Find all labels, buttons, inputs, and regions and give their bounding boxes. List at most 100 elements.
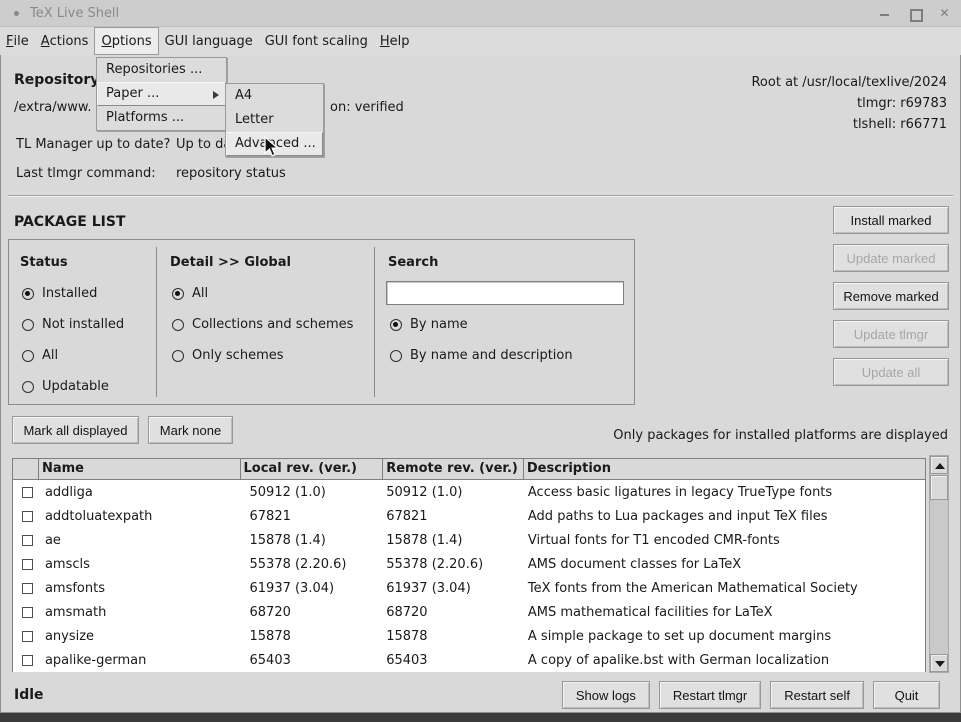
radio-all[interactable]: All: [22, 347, 58, 364]
cell-description: Virtual fonts for T1 encoded CMR-fonts: [524, 533, 925, 548]
package-checkbox[interactable]: [22, 487, 33, 498]
cell-local-rev: 50912 (1.0): [241, 485, 384, 500]
package-checkbox[interactable]: [22, 559, 33, 570]
radio-label: Installed: [42, 286, 97, 301]
package-checkbox[interactable]: [22, 535, 33, 546]
minimize-icon[interactable]: [878, 7, 891, 20]
titlebar: TeX Live Shell ✕: [0, 0, 961, 27]
cell-local-rev: 15878 (1.4): [241, 533, 384, 548]
last-command-value: repository status: [176, 166, 286, 181]
mark-all-displayed-button[interactable]: Mark all displayed: [12, 416, 139, 444]
radio-not-installed[interactable]: Not installed: [22, 316, 124, 333]
cell-local-rev: 67821: [241, 509, 384, 524]
table-row[interactable]: apalike-german6540365403A copy of apalik…: [13, 648, 925, 672]
package-checkbox[interactable]: [22, 655, 33, 666]
install-marked-button[interactable]: Install marked: [833, 206, 949, 234]
package-checkbox[interactable]: [22, 607, 33, 618]
table-row[interactable]: ae15878 (1.4)15878 (1.4)Virtual fonts fo…: [13, 528, 925, 552]
column-header-remote-rev-ver[interactable]: Remote rev. (ver.): [383, 459, 524, 479]
checkbox-cell: [13, 583, 39, 594]
update-marked-button[interactable]: Update marked: [833, 244, 949, 272]
detail-group-label: Detail >> Global: [170, 255, 291, 270]
mark-none-button[interactable]: Mark none: [148, 416, 233, 444]
table-row[interactable]: addtoluatexpath6782167821Add paths to Lu…: [13, 504, 925, 528]
cell-description: A copy of apalike.bst with German locali…: [524, 653, 925, 668]
show-logs-button[interactable]: Show logs: [562, 681, 650, 709]
checkbox-cell: [13, 559, 39, 570]
radio-installed[interactable]: Installed: [22, 285, 97, 302]
radio-indicator: [22, 288, 34, 300]
package-checkbox[interactable]: [22, 583, 33, 594]
cell-remote-rev: 15878 (1.4): [383, 533, 524, 548]
package-checkbox[interactable]: [22, 631, 33, 642]
checkbox-cell: [13, 607, 39, 618]
package-list-heading: PACKAGE LIST: [14, 214, 125, 230]
menu-help[interactable]: Help: [374, 27, 416, 55]
search-input[interactable]: [386, 281, 624, 305]
radio-collections-and-schemes[interactable]: Collections and schemes: [172, 316, 353, 333]
menu-file[interactable]: File: [0, 27, 35, 55]
menu-item-platforms[interactable]: Platforms ...: [97, 106, 226, 130]
radio-by-name[interactable]: By name: [390, 316, 468, 333]
package-checkbox[interactable]: [22, 511, 33, 522]
column-header-description[interactable]: Description: [524, 459, 925, 479]
table-row[interactable]: amsfonts61937 (3.04)61937 (3.04)TeX font…: [13, 576, 925, 600]
checkbox-cell: [13, 535, 39, 546]
table-row[interactable]: amsmath6872068720AMS mathematical facili…: [13, 600, 925, 624]
column-header-checkbox[interactable]: [13, 459, 39, 479]
cell-remote-rev: 65403: [383, 653, 524, 668]
tl-manager-label: TL Manager up to date?: [16, 137, 170, 152]
root-path: Root at /usr/local/texlive/2024: [751, 75, 947, 90]
repository-heading: Repository: [14, 72, 99, 88]
radio-label: By name: [410, 317, 468, 332]
menu-gui-language[interactable]: GUI language: [159, 27, 259, 55]
checkbox-cell: [13, 487, 39, 498]
close-icon[interactable]: ✕: [938, 7, 951, 20]
window-controls: ✕: [878, 0, 951, 27]
cell-name: ae: [39, 533, 241, 548]
radio-indicator: [172, 319, 184, 331]
table-row[interactable]: anysize1587815878A simple package to set…: [13, 624, 925, 648]
quit-button[interactable]: Quit: [873, 681, 940, 709]
cell-description: AMS document classes for LaTeX: [524, 557, 925, 572]
last-command-label: Last tlmgr command:: [16, 166, 156, 181]
menu-options[interactable]: Options: [94, 27, 158, 55]
menu-item-repositories[interactable]: Repositories ...: [97, 58, 226, 82]
restart-tlmgr-button[interactable]: Restart tlmgr: [659, 681, 761, 709]
scroll-down-icon[interactable]: [930, 654, 948, 672]
column-header-local-rev-ver[interactable]: Local rev. (ver.): [241, 459, 384, 479]
restart-self-button[interactable]: Restart self: [770, 681, 864, 709]
submenu-arrow-icon: [213, 91, 219, 99]
update-all-button[interactable]: Update all: [833, 358, 949, 386]
remove-marked-button[interactable]: Remove marked: [833, 282, 949, 310]
tlmgr-revision: tlmgr: r69783: [857, 96, 947, 111]
radio-label: By name and description: [410, 348, 573, 363]
table-row[interactable]: amscls55378 (2.20.6)55378 (2.20.6)AMS do…: [13, 552, 925, 576]
column-header-name[interactable]: Name: [39, 459, 241, 479]
scrollbar-thumb[interactable]: [930, 475, 948, 500]
cell-remote-rev: 15878: [383, 629, 524, 644]
menu-item-paper[interactable]: Paper ...: [97, 82, 226, 106]
separator: [8, 195, 953, 197]
radio-updatable[interactable]: Updatable: [22, 378, 109, 395]
radio-label: Updatable: [42, 379, 109, 394]
app-icon: [14, 11, 19, 16]
package-table: NameLocal rev. (ver.)Remote rev. (ver.)D…: [12, 458, 926, 672]
radio-by-name-and-description[interactable]: By name and description: [390, 347, 573, 364]
radio-all[interactable]: All: [172, 285, 208, 302]
table-row[interactable]: addliga50912 (1.0)50912 (1.0)Access basi…: [13, 480, 925, 504]
scroll-up-icon[interactable]: [930, 456, 948, 474]
submenu-item-letter[interactable]: Letter: [226, 108, 323, 132]
menu-actions[interactable]: Actions: [35, 27, 95, 55]
table-scrollbar[interactable]: [929, 455, 949, 673]
cell-local-rev: 15878: [241, 629, 384, 644]
radio-only-schemes[interactable]: Only schemes: [172, 347, 284, 364]
repository-verification: on: verified: [330, 100, 404, 115]
menu-gui-font-scaling[interactable]: GUI font scaling: [259, 27, 374, 55]
maximize-icon[interactable]: [908, 7, 921, 20]
checkbox-cell: [13, 631, 39, 642]
tl-manager-value: Up to da: [176, 137, 231, 152]
submenu-item-a4[interactable]: A4: [226, 84, 323, 108]
update-tlmgr-button[interactable]: Update tlmgr: [833, 320, 949, 348]
cell-name: amsmath: [39, 605, 241, 620]
